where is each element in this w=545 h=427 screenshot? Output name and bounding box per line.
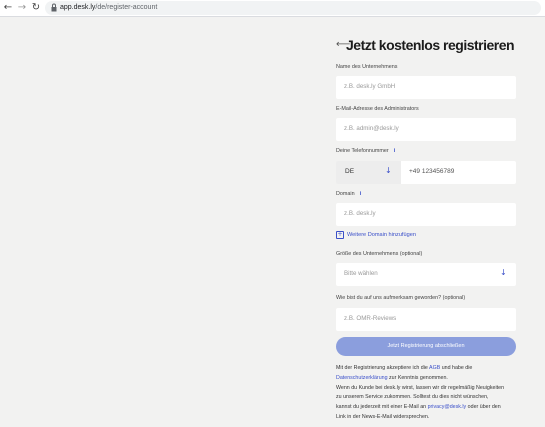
- privacy-email-link[interactable]: privacy@desk.ly: [428, 404, 467, 410]
- phone-input[interactable]: +49 123456789: [401, 161, 516, 184]
- legal-text-5: zu unserem Service zukommen. Solltest du…: [336, 394, 489, 401]
- domain-label: Domain i: [336, 191, 361, 197]
- url-path: /de/register-account: [95, 4, 158, 11]
- legal-text-8: Link in der News-E-Mail widersprechen.: [336, 413, 430, 420]
- page-title: Jetzt kostenlos registrieren: [346, 37, 515, 53]
- email-input[interactable]: z.B. admin@desk.ly: [336, 118, 516, 141]
- add-domain-text: Weitere Domain hinzufügen: [347, 232, 416, 238]
- email-label: E-Mail-Adresse des Administrators: [336, 106, 419, 112]
- arrow-right-icon[interactable]: →: [16, 2, 28, 14]
- arrow-down-icon: ↓: [385, 166, 392, 175]
- legal-text-1: Mit der Registrierung akzeptiere ich die: [336, 365, 430, 371]
- legal-text-6: kannst du jederzeit mit einer E-Mail an: [336, 404, 428, 411]
- referral-label: Wie bist du auf uns aufmerksam geworden?…: [336, 295, 466, 301]
- legal-text-4: Wenn du Kunde bei desk.ly wirst, lassen …: [336, 384, 505, 391]
- email-placeholder: z.B. admin@desk.ly: [344, 125, 399, 132]
- reload-icon[interactable]: ↻: [30, 2, 42, 14]
- info-icon[interactable]: i: [360, 191, 362, 197]
- privacy-policy-link[interactable]: Datenschutzerklärung: [336, 375, 388, 381]
- submit-button[interactable]: Jetzt Registrierung abschließen: [336, 337, 516, 356]
- url-text: app.desk.ly/de/register-account: [60, 2, 157, 14]
- legal-text: Mit der Registrierung akzeptiere ich die…: [336, 364, 521, 423]
- arrow-left-icon[interactable]: ←: [2, 2, 14, 14]
- url-host: app.desk.ly: [60, 4, 96, 11]
- country-select[interactable]: DE ↓: [336, 161, 401, 184]
- domain-placeholder: z.B. desk.ly: [344, 210, 376, 217]
- referral-input[interactable]: z.B. OMR-Reviews: [336, 308, 516, 331]
- company-placeholder: z.B. desk.ly GmbH: [344, 83, 396, 90]
- lock-icon: [51, 3, 57, 12]
- company-input[interactable]: z.B. desk.ly GmbH: [336, 76, 516, 99]
- referral-placeholder: z.B. OMR-Reviews: [344, 315, 397, 322]
- size-label: Größe des Unternehmens (optional): [336, 251, 423, 257]
- domain-input[interactable]: z.B. desk.ly: [336, 203, 516, 226]
- arrow-down-icon: ↓: [500, 268, 507, 277]
- legal-text-3: zur Kenntnis genommen.: [387, 374, 448, 381]
- company-label: Name des Unternehmens: [336, 64, 398, 70]
- phone-label-text: Deine Telefonnummer: [336, 148, 389, 154]
- browser-toolbar: ← → ↻ app.desk.ly/de/register-account: [0, 0, 545, 17]
- country-code: DE: [345, 168, 355, 175]
- legal-text-2: und habe die: [440, 365, 473, 371]
- phone-label: Deine Telefonnummer i: [336, 148, 395, 154]
- phone-placeholder: +49 123456789: [409, 168, 455, 175]
- domain-label-text: Domain: [336, 191, 355, 197]
- size-select[interactable]: Bitte wählen ↓: [336, 263, 516, 286]
- size-placeholder: Bitte wählen: [344, 270, 378, 277]
- agb-link[interactable]: AGB: [429, 365, 440, 371]
- page-content: ⟵ Jetzt kostenlos registrieren Name des …: [0, 18, 545, 427]
- legal-text-7: oder über den: [466, 404, 501, 411]
- plus-icon: +: [336, 231, 344, 239]
- address-bar[interactable]: app.desk.ly/de/register-account: [45, 1, 541, 15]
- info-icon[interactable]: i: [394, 148, 396, 154]
